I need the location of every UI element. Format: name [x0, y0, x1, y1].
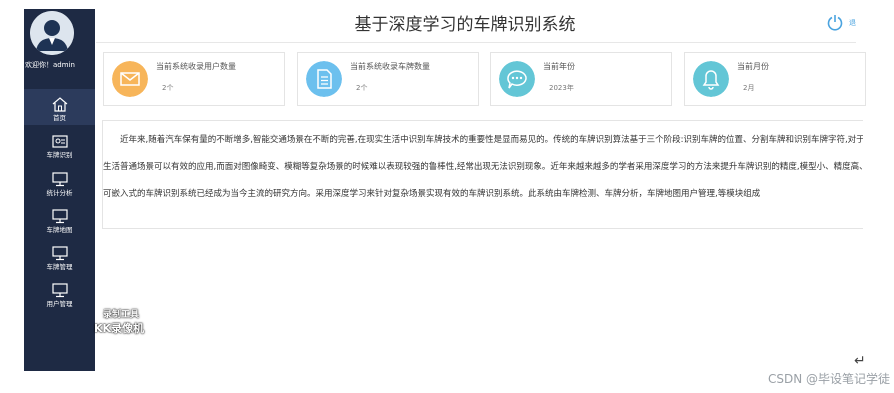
card-title: 当前月份 — [737, 62, 769, 71]
stat-card-year: 当前年份 2023年 — [490, 52, 672, 106]
card-value: 2023年 — [549, 84, 574, 92]
sidebar-item-label: 车牌识别 — [46, 151, 73, 159]
welcome-text: 欢迎你！admin — [25, 61, 75, 69]
sidebar-item-plate-map[interactable]: 车牌地图 — [24, 201, 95, 237]
chat-icon — [499, 61, 535, 97]
page-title: 基于深度学习的车牌识别系统 — [354, 15, 576, 35]
sidebar-item-label: 车牌管理 — [46, 263, 73, 271]
card-title: 当前系统收录车牌数量 — [350, 62, 430, 71]
recorder-watermark-label: 录制工具 — [103, 310, 140, 320]
id-card-icon — [51, 135, 68, 148]
avatar — [30, 11, 74, 55]
monitor-icon — [51, 172, 68, 187]
document-icon — [306, 61, 342, 97]
mail-icon — [112, 61, 148, 97]
monitor-icon — [51, 283, 68, 298]
card-value: 2月 — [743, 84, 755, 92]
logout-label[interactable]: 退 — [849, 18, 856, 28]
sidebar: 欢迎你！admin 首页 车牌识别 统计分析 车牌地图 车牌管理 用户管理 — [24, 9, 95, 371]
sidebar-item-plate-recognition[interactable]: 车牌识别 — [24, 126, 95, 162]
sidebar-item-label: 用户管理 — [46, 300, 73, 308]
card-value: 2个 — [162, 84, 174, 92]
stat-card-month: 当前月份 2月 — [684, 52, 866, 106]
sidebar-item-statistics[interactable]: 统计分析 — [24, 164, 95, 200]
home-icon — [52, 97, 67, 112]
stat-card-plates: 当前系统收录车牌数量 2个 — [297, 52, 479, 106]
sidebar-item-user-management[interactable]: 用户管理 — [24, 275, 95, 311]
sidebar-item-home[interactable]: 首页 — [24, 89, 95, 125]
monitor-icon — [51, 209, 68, 224]
enter-icon: ↵ — [854, 353, 866, 369]
monitor-icon — [51, 246, 68, 261]
bell-icon — [693, 61, 729, 97]
header-divider — [96, 42, 856, 43]
csdn-watermark: CSDN @毕设笔记学徒 — [767, 372, 890, 386]
user-avatar-icon — [30, 11, 74, 55]
sidebar-item-plate-management[interactable]: 车牌管理 — [24, 238, 95, 274]
stat-card-users: 当前系统收录用户数量 2个 — [103, 52, 285, 106]
sidebar-item-label: 车牌地图 — [46, 226, 73, 234]
recorder-watermark-name: KK录像机 — [94, 322, 145, 335]
card-title: 当前年份 — [543, 62, 575, 71]
card-title: 当前系统收录用户数量 — [156, 62, 236, 71]
card-value: 2个 — [356, 84, 368, 92]
intro-paragraph: 近年来,随着汽车保有量的不断增多,智能交通场景在不断的完善,在现实生活中识别车牌… — [103, 135, 863, 199]
power-icon[interactable] — [826, 13, 844, 31]
sidebar-item-label: 首页 — [53, 114, 66, 122]
sidebar-item-label: 统计分析 — [46, 189, 73, 197]
intro-panel: 近年来,随着汽车保有量的不断增多,智能交通场景在不断的完善,在现实生活中识别车牌… — [102, 120, 863, 229]
